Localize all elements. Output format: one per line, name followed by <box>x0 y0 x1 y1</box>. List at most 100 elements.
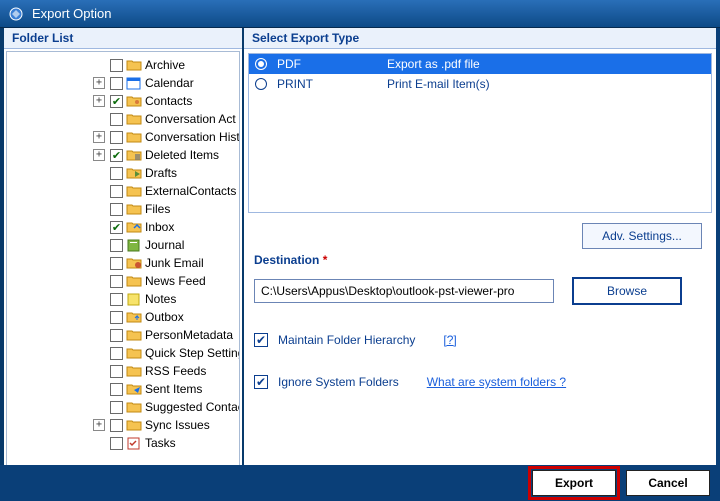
tree-node[interactable]: Tasks <box>7 434 240 452</box>
expander-icon <box>93 383 105 395</box>
folder-checkbox[interactable] <box>110 257 123 270</box>
tree-node[interactable]: + Sync Issues <box>7 416 240 434</box>
folder-list-panel: Folder List Archive+Calendar+✔ContactsCo… <box>4 28 244 488</box>
required-marker: * <box>323 253 328 267</box>
tree-node[interactable]: RSS Feeds <box>7 362 240 380</box>
folder-checkbox[interactable] <box>110 203 123 216</box>
folder-label: Inbox <box>145 220 174 234</box>
adv-settings-button[interactable]: Adv. Settings... <box>582 223 702 249</box>
export-type-name: PDF <box>277 57 387 71</box>
export-type-desc: Export as .pdf file <box>387 57 705 71</box>
folder-list-title: Folder List <box>4 28 242 49</box>
tasks-icon <box>126 436 142 450</box>
folder-icon <box>126 274 142 288</box>
folder-checkbox[interactable] <box>110 131 123 144</box>
folder-label: Tasks <box>145 436 176 450</box>
folder-icon <box>126 112 142 126</box>
export-type-radio[interactable] <box>255 58 267 70</box>
folder-checkbox[interactable] <box>110 365 123 378</box>
cancel-button[interactable]: Cancel <box>626 470 710 496</box>
tree-node[interactable]: +Conversation Hist <box>7 128 240 146</box>
tree-node[interactable]: Drafts <box>7 164 240 182</box>
folder-checkbox[interactable]: ✔ <box>110 221 123 234</box>
folder-checkbox[interactable] <box>110 167 123 180</box>
folder-checkbox[interactable] <box>110 77 123 90</box>
folder-checkbox[interactable] <box>110 401 123 414</box>
folder-label: Contacts <box>145 94 192 108</box>
expander-icon[interactable]: + <box>93 131 105 143</box>
expander-icon <box>93 365 105 377</box>
tree-node[interactable]: +✔Deleted Items <box>7 146 240 164</box>
maintain-hierarchy-checkbox[interactable]: ✔ <box>254 333 268 347</box>
destination-row: Browse <box>254 277 706 305</box>
titlebar: Export Option <box>0 0 720 28</box>
tree-node[interactable]: ✔ Inbox <box>7 218 240 236</box>
folder-checkbox[interactable] <box>110 185 123 198</box>
folder-checkbox[interactable] <box>110 437 123 450</box>
expander-icon[interactable]: + <box>93 149 105 161</box>
tree-node[interactable]: Journal <box>7 236 240 254</box>
folder-label: Sync Issues <box>145 418 210 432</box>
expander-icon <box>93 401 105 413</box>
export-panel: Select Export Type PDFExport as .pdf fil… <box>244 28 716 488</box>
expander-icon <box>93 293 105 305</box>
tree-node[interactable]: Quick Step Setting <box>7 344 240 362</box>
tree-node[interactable]: ExternalContacts <box>7 182 240 200</box>
tree-node[interactable]: News Feed <box>7 272 240 290</box>
tree-node[interactable]: +Calendar <box>7 74 240 92</box>
right-edge-strip <box>716 28 720 465</box>
folder-icon <box>126 346 142 360</box>
expander-icon <box>93 329 105 341</box>
folder-checkbox[interactable]: ✔ <box>110 95 123 108</box>
tree-node[interactable]: Junk Email <box>7 254 240 272</box>
folder-checkbox[interactable] <box>110 383 123 396</box>
maintain-hierarchy-row: ✔ Maintain Folder Hierarchy [?] <box>254 333 706 347</box>
folder-checkbox[interactable] <box>110 239 123 252</box>
folder-checkbox[interactable] <box>110 311 123 324</box>
folder-checkbox[interactable] <box>110 347 123 360</box>
expander-icon[interactable]: + <box>93 77 105 89</box>
maintain-hierarchy-label: Maintain Folder Hierarchy <box>278 333 415 347</box>
tree-node[interactable]: Files <box>7 200 240 218</box>
calendar-icon <box>126 76 142 90</box>
maintain-hierarchy-help-link[interactable]: [?] <box>443 333 456 347</box>
destination-input[interactable] <box>254 279 554 303</box>
tree-node[interactable]: Archive <box>7 56 240 74</box>
ignore-system-help-link[interactable]: What are system folders ? <box>427 375 566 389</box>
expander-icon[interactable]: + <box>93 419 105 431</box>
tree-node[interactable]: PersonMetadata <box>7 326 240 344</box>
expander-icon <box>93 239 105 251</box>
expander-icon <box>93 113 105 125</box>
tree-node[interactable]: Notes <box>7 290 240 308</box>
export-type-row[interactable]: PDFExport as .pdf file <box>249 54 711 74</box>
folder-checkbox[interactable]: ✔ <box>110 149 123 162</box>
folder-icon <box>126 130 142 144</box>
folder-checkbox[interactable] <box>110 59 123 72</box>
export-type-radio[interactable] <box>255 78 267 90</box>
tree-node[interactable]: Sent Items <box>7 380 240 398</box>
folder-checkbox[interactable] <box>110 419 123 432</box>
inbox-icon <box>126 220 142 234</box>
app-icon <box>8 6 24 22</box>
tree-node[interactable]: Suggested Contac <box>7 398 240 416</box>
folder-label: Outbox <box>145 310 184 324</box>
browse-button[interactable]: Browse <box>572 277 682 305</box>
drafts-icon <box>126 166 142 180</box>
export-type-row[interactable]: PRINTPrint E-mail Item(s) <box>249 74 711 94</box>
folder-label: Sent Items <box>145 382 202 396</box>
export-body: Adv. Settings... Destination * Browse ✔ … <box>244 217 716 389</box>
export-button[interactable]: Export <box>532 470 616 496</box>
folder-checkbox[interactable] <box>110 329 123 342</box>
folder-checkbox[interactable] <box>110 113 123 126</box>
folder-label: Archive <box>145 58 185 72</box>
tree-node[interactable]: Outbox <box>7 308 240 326</box>
folder-tree-scroll[interactable]: Archive+Calendar+✔ContactsConversation A… <box>6 51 240 470</box>
folder-checkbox[interactable] <box>110 293 123 306</box>
destination-label: Destination * <box>254 253 327 267</box>
tree-node[interactable]: + ✔ Contacts <box>7 92 240 110</box>
folder-checkbox[interactable] <box>110 275 123 288</box>
ignore-system-checkbox[interactable]: ✔ <box>254 375 268 389</box>
tree-node[interactable]: Conversation Act <box>7 110 240 128</box>
expander-icon <box>93 59 105 71</box>
expander-icon[interactable]: + <box>93 95 105 107</box>
